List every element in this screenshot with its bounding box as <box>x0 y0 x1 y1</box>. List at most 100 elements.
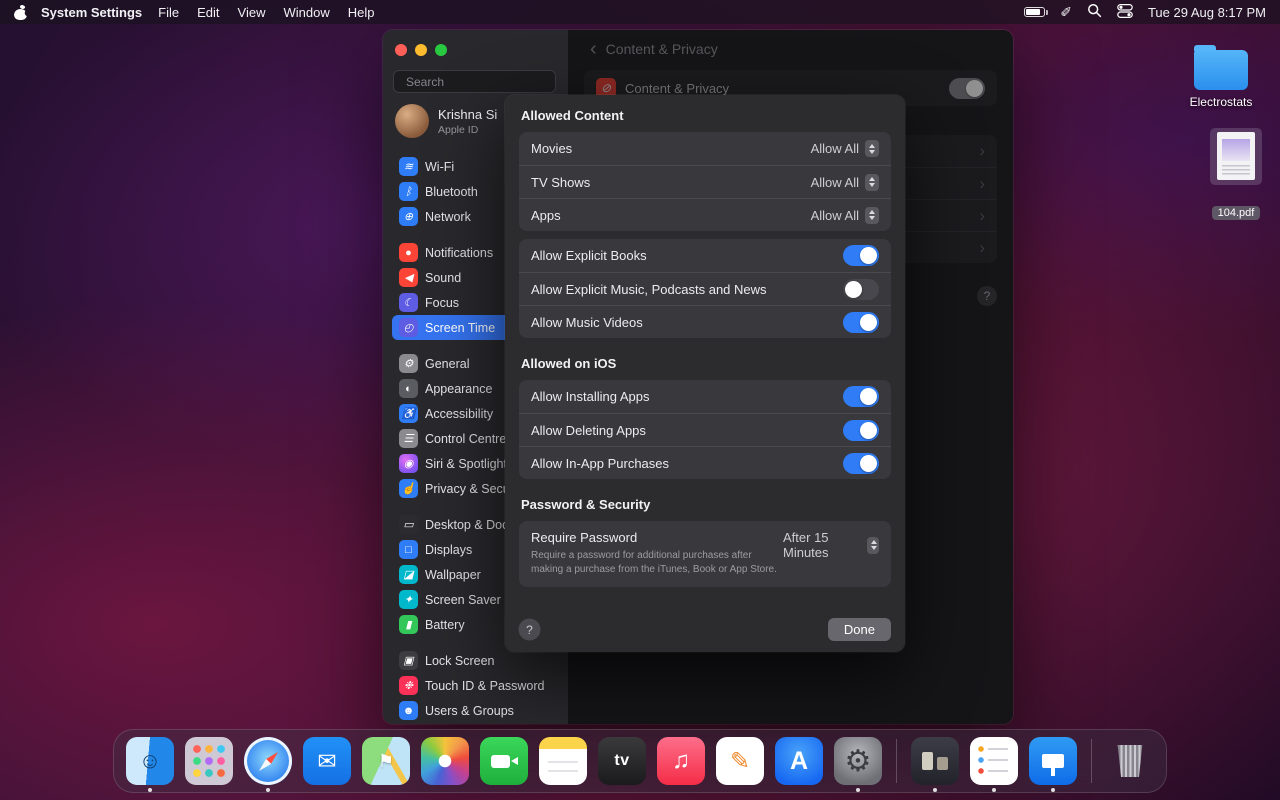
dock-item-trash[interactable] <box>1106 737 1154 785</box>
allowed-ios-card: Allow Installing Apps Allow Deleting App… <box>519 380 891 479</box>
movies-select[interactable]: Allow All <box>811 140 879 157</box>
jars-app-icon <box>911 737 959 785</box>
apps-select[interactable]: Allow All <box>811 207 879 224</box>
menu-file[interactable]: File <box>158 5 179 20</box>
apps-label: Apps <box>531 208 561 223</box>
sheet-footer: ? Done <box>519 618 891 641</box>
explicit-books-label: Allow Explicit Books <box>531 248 647 263</box>
dock-item-keynote[interactable] <box>1029 737 1077 785</box>
menu-help[interactable]: Help <box>348 5 375 20</box>
apple-tv-icon: tv <box>614 752 629 770</box>
app-store-icon: A <box>790 747 808 776</box>
minimize-window-button[interactable] <box>415 44 427 56</box>
dock-item-safari[interactable] <box>244 737 292 785</box>
allowed-content-selects-card: Movies Allow All TV Shows Allow All Apps… <box>519 132 891 231</box>
stepper-icon <box>867 537 879 554</box>
dock-item-mail[interactable]: ✉ <box>303 737 351 785</box>
menu-clock[interactable]: Tue 29 Aug 8:17 PM <box>1148 5 1266 20</box>
stepper-icon <box>865 207 879 224</box>
explicit-music-toggle[interactable] <box>843 279 879 300</box>
users-groups-icon: ☻ <box>399 701 418 720</box>
appearance-icon: ◐ <box>399 379 418 398</box>
bluetooth-icon: ᛒ <box>399 182 418 201</box>
music-videos-toggle[interactable] <box>843 312 879 333</box>
desktop-file-104-pdf[interactable]: 104.pdf <box>1204 128 1268 221</box>
dock-item-maps[interactable]: ⚑ <box>362 737 410 785</box>
tv-shows-label: TV Shows <box>531 175 590 190</box>
desktop-dock-icon: ▭ <box>399 515 418 534</box>
user-avatar <box>395 104 429 138</box>
dock-item-music[interactable]: ♫ <box>657 737 705 785</box>
explicit-books-toggle[interactable] <box>843 245 879 266</box>
wallpaper-icon: ◪ <box>399 565 418 584</box>
settings-gear-icon: ⚙ <box>845 744 872 779</box>
menu-bar: System Settings File Edit View Window He… <box>0 0 1280 24</box>
zoom-window-button[interactable] <box>435 44 447 56</box>
desktop-folder-electrostats[interactable]: Electrostats <box>1188 50 1254 111</box>
facetime-camera-icon <box>491 755 510 768</box>
search-input[interactable] <box>406 75 561 89</box>
dock-item-apple-tv[interactable]: tv <box>598 737 646 785</box>
screen-saver-icon: ✦ <box>399 590 418 609</box>
wifi-icon: ≋ <box>399 157 418 176</box>
dock-item-app-store[interactable]: A <box>775 737 823 785</box>
in-app-purchases-row: Allow In-App Purchases <box>519 446 891 479</box>
sidebar-apple-id-row[interactable]: Krishna Si Apple ID <box>395 104 497 138</box>
require-password-description: Require a password for additional purcha… <box>531 549 783 577</box>
dock-item-launchpad[interactable] <box>185 737 233 785</box>
dock-item-finder[interactable]: ☺ <box>126 737 174 785</box>
apple-menu-icon[interactable] <box>14 5 27 20</box>
dock-item-pages[interactable]: ✎ <box>716 737 764 785</box>
safari-compass-icon <box>256 749 280 773</box>
desktop-wallpaper: { "menu_bar": { "app_name": "System Sett… <box>0 0 1280 800</box>
section-title-allowed-ios: Allowed on iOS <box>521 356 891 371</box>
tv-shows-row: TV Shows Allow All <box>519 165 891 198</box>
section-title-password-security: Password & Security <box>521 497 891 512</box>
installing-apps-label: Allow Installing Apps <box>531 389 650 404</box>
sidebar-item-users-groups[interactable]: ☻ Users & Groups <box>392 698 563 723</box>
movies-row: Movies Allow All <box>519 132 891 165</box>
dock-item-reminders[interactable] <box>970 737 1018 785</box>
battery-icon[interactable] <box>1024 7 1045 17</box>
menu-app-name[interactable]: System Settings <box>41 5 142 20</box>
sheet-help-button[interactable]: ? <box>519 619 540 640</box>
trash-basket-icon <box>1116 745 1144 777</box>
installing-apps-row: Allow Installing Apps <box>519 380 891 413</box>
battery-settings-icon: ▮ <box>399 615 418 634</box>
menu-edit[interactable]: Edit <box>197 5 219 20</box>
spotlight-search-icon[interactable] <box>1087 3 1102 21</box>
in-app-purchases-toggle[interactable] <box>843 453 879 474</box>
control-centre-icon: ☰ <box>399 429 418 448</box>
require-password-label: Require Password <box>531 530 637 545</box>
explicit-music-row: Allow Explicit Music, Podcasts and News <box>519 272 891 305</box>
done-button[interactable]: Done <box>828 618 891 641</box>
dock-item-notes[interactable] <box>539 737 587 785</box>
menu-window[interactable]: Window <box>283 5 329 20</box>
explicit-music-label: Allow Explicit Music, Podcasts and News <box>531 282 767 297</box>
dock-item-system-settings[interactable]: ⚙ <box>834 737 882 785</box>
music-note-icon: ♫ <box>672 747 690 775</box>
pencil-icon[interactable]: ✐ <box>1060 4 1072 21</box>
installing-apps-toggle[interactable] <box>843 386 879 407</box>
tv-shows-select[interactable]: Allow All <box>811 174 879 191</box>
deleting-apps-toggle[interactable] <box>843 420 879 441</box>
menu-view[interactable]: View <box>238 5 266 20</box>
deleting-apps-label: Allow Deleting Apps <box>531 423 646 438</box>
deleting-apps-row: Allow Deleting Apps <box>519 413 891 446</box>
dock-separator <box>896 739 897 783</box>
privacy-hand-icon: ☝ <box>399 479 418 498</box>
sidebar-item-touch-id[interactable]: ❉ Touch ID & Password <box>392 673 563 698</box>
dock-separator <box>1091 739 1092 783</box>
dock-item-photos[interactable] <box>421 737 469 785</box>
dock-item-facetime[interactable] <box>480 737 528 785</box>
sidebar-search-field[interactable] <box>393 70 556 93</box>
dock-item-jars-app[interactable] <box>911 737 959 785</box>
require-password-select[interactable]: After 15 Minutes <box>783 530 879 560</box>
close-window-button[interactable] <box>395 44 407 56</box>
control-center-icon[interactable] <box>1117 3 1133 22</box>
explicit-books-row: Allow Explicit Books <box>519 239 891 272</box>
stepper-icon <box>865 174 879 191</box>
allowed-content-toggles-card: Allow Explicit Books Allow Explicit Musi… <box>519 239 891 338</box>
displays-icon: □ <box>399 540 418 559</box>
lock-screen-icon: ▣ <box>399 651 418 670</box>
